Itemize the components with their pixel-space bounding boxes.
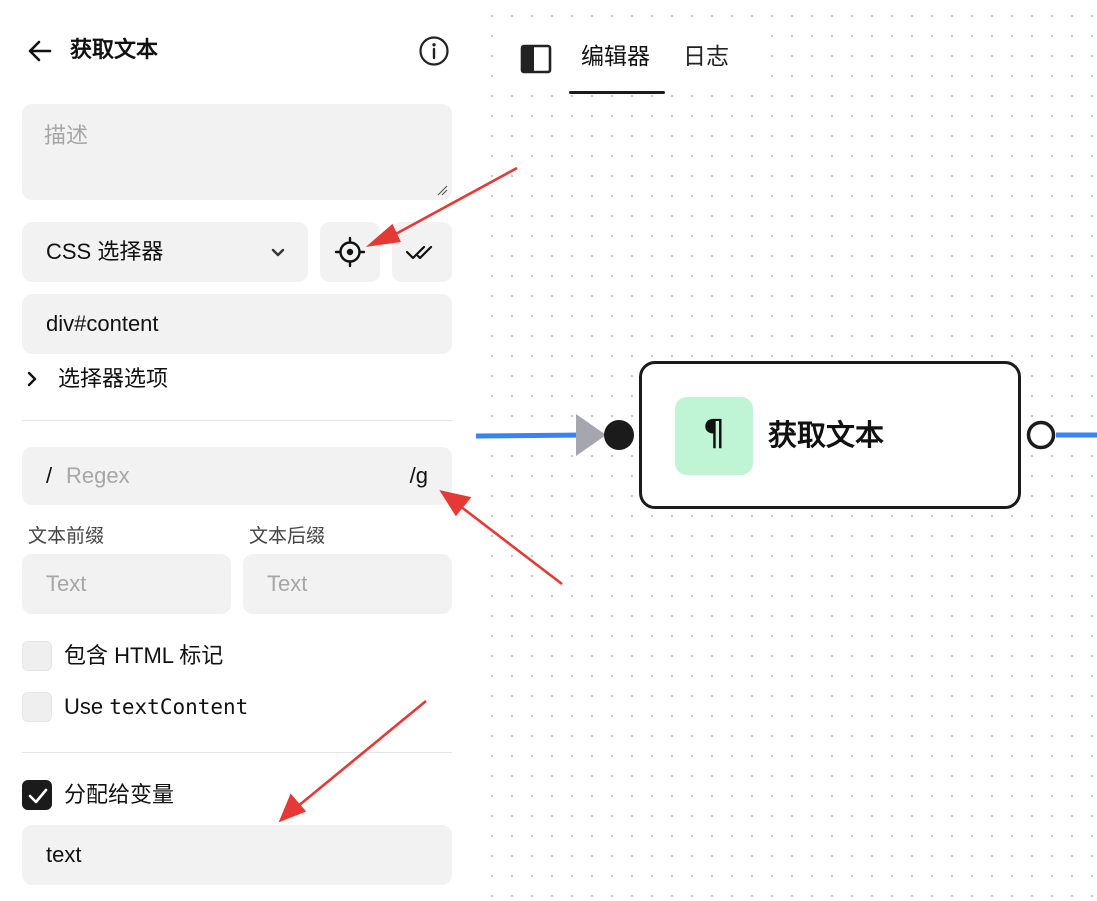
node-icon-glyph: ¶ — [702, 413, 726, 454]
regex-flags[interactable]: /g — [410, 461, 428, 491]
element-picker-button[interactable] — [320, 222, 380, 282]
selector-input[interactable] — [22, 294, 452, 354]
sidebar-toggle-icon[interactable] — [520, 44, 552, 74]
panel-title: 获取文本 — [70, 37, 159, 62]
block-settings-panel: 获取文本 CSS 选择器 选择器选项 — [0, 0, 476, 901]
incoming-edge — [476, 432, 587, 439]
use-textcontent-code: textContent — [109, 695, 249, 719]
text-prefix-label: 文本前缀 — [28, 526, 105, 547]
description-textarea[interactable] — [22, 104, 452, 200]
resize-grip-icon[interactable] — [436, 184, 448, 196]
divider — [22, 420, 452, 421]
divider — [22, 752, 452, 753]
selector-type-value: CSS 选择器 — [46, 239, 164, 264]
paragraph-icon: ¶ — [675, 397, 753, 475]
node-title: 获取文本 — [768, 420, 885, 452]
active-tab-indicator — [569, 91, 665, 94]
double-check-icon — [406, 245, 433, 260]
back-arrow-icon[interactable] — [26, 37, 54, 65]
text-suffix-input[interactable] — [243, 554, 452, 614]
regex-field: / /g — [22, 447, 452, 505]
crosshair-icon — [334, 236, 366, 268]
tab-editor[interactable]: 编辑器 — [581, 40, 650, 72]
variable-name-input[interactable] — [22, 825, 452, 885]
chevron-down-icon — [271, 248, 285, 257]
verify-selector-button[interactable] — [392, 222, 452, 282]
assign-variable-checkbox[interactable] — [22, 780, 52, 810]
chevron-right-icon — [27, 371, 37, 387]
include-html-label: 包含 HTML 标记 — [64, 643, 224, 668]
checkmark-icon — [28, 788, 48, 804]
assign-variable-label: 分配给变量 — [64, 782, 175, 807]
regex-input[interactable] — [66, 456, 386, 496]
output-handle[interactable] — [1026, 420, 1056, 450]
info-icon[interactable] — [418, 35, 450, 67]
use-textcontent-label-text: Use — [64, 694, 104, 719]
editor-tab-bar: 编辑器 日志 — [500, 20, 754, 94]
panel-header: 获取文本 — [22, 30, 452, 70]
use-textcontent-label: Use textContent — [64, 692, 248, 722]
text-suffix-label: 文本后缀 — [249, 526, 326, 547]
get-text-node[interactable]: ¶ 获取文本 — [639, 361, 1021, 509]
regex-prefix: / — [46, 463, 53, 488]
selector-type-select[interactable]: CSS 选择器 — [22, 222, 308, 282]
input-handle[interactable] — [604, 420, 634, 450]
text-prefix-input[interactable] — [22, 554, 231, 614]
edge-arrowhead — [576, 414, 606, 456]
use-textcontent-checkbox[interactable] — [22, 692, 52, 722]
selector-options-label: 选择器选项 — [58, 366, 169, 391]
include-html-checkbox[interactable] — [22, 641, 52, 671]
tab-logs[interactable]: 日志 — [683, 40, 729, 72]
